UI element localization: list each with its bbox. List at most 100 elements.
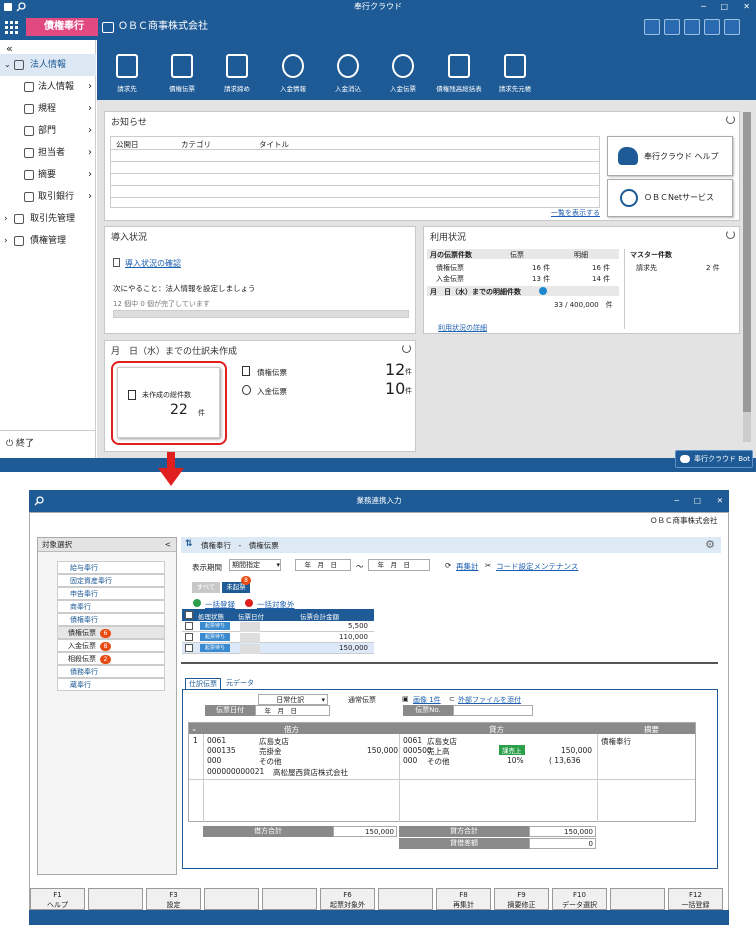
sidebar-item-rules[interactable]: 規程 ›: [0, 98, 96, 120]
unjournal-slip1-count[interactable]: 12: [385, 360, 405, 379]
tab-source-data[interactable]: 元データ: [222, 678, 258, 689]
exit-button[interactable]: ⏻ 終了: [6, 436, 34, 449]
maximize-icon[interactable]: □: [694, 490, 701, 512]
slip-date-input[interactable]: 年 月 日: [255, 705, 330, 716]
fkey-12-button[interactable]: F12 一括登録: [668, 888, 723, 910]
select-all-checkbox[interactable]: [185, 611, 193, 619]
sidebar-item-corporate-group[interactable]: ⌄ 法人情報: [0, 54, 96, 76]
close-icon[interactable]: ✕: [743, 0, 750, 14]
splitter[interactable]: [181, 662, 718, 664]
help-button[interactable]: 奉行クラウド ヘルプ: [607, 136, 733, 176]
list-row[interactable]: 起票待ち 150,000: [182, 643, 374, 654]
recalc-link[interactable]: 再集計: [456, 561, 479, 572]
recalc-icon[interactable]: ⟳: [445, 561, 451, 570]
date-from-input[interactable]: 年 月 日: [295, 559, 351, 571]
wrench-icon[interactable]: ✂: [485, 561, 491, 570]
ribbon-button-balance-summary[interactable]: 債権残高総括表: [431, 54, 487, 93]
sidebar-item-bank[interactable]: 取引銀行 ›: [0, 186, 96, 208]
ribbon-button-receivable-slip[interactable]: 債権伝票: [154, 54, 210, 93]
sidebar-item-corporate-info[interactable]: 法人情報 ›: [0, 76, 96, 98]
sidebar-item-partners[interactable]: › 取引先管理: [0, 208, 96, 230]
close-icon[interactable]: ✕: [717, 490, 723, 512]
sidebar-item-staff[interactable]: 担当者 ›: [0, 142, 96, 164]
help-icon[interactable]: [724, 19, 740, 35]
fkey-6-button[interactable]: F6 起票対象外: [320, 888, 375, 910]
refresh-icon[interactable]: [402, 344, 411, 353]
attach-link[interactable]: 外部ファイルを添付: [458, 695, 521, 705]
row-checkbox[interactable]: [185, 633, 193, 641]
share-icon[interactable]: [644, 19, 660, 35]
image-link[interactable]: 画像 1件: [413, 695, 441, 705]
unjournal-total-card[interactable]: 未作成の総件数 22 件: [117, 367, 220, 438]
row-checkbox[interactable]: [185, 644, 193, 652]
tree-item[interactable]: 債権伝票 6: [57, 626, 165, 639]
ribbon-button-billing-close[interactable]: 請求締め: [209, 54, 265, 93]
tree-item[interactable]: 給与奉行: [57, 561, 165, 574]
ribbon-button-payment-clear[interactable]: 入金消込: [320, 54, 376, 93]
show-all-link[interactable]: 一覧を表示する: [551, 208, 600, 218]
tree-item[interactable]: 商奉行: [57, 600, 165, 613]
debit-sub-code[interactable]: 000: [207, 756, 221, 765]
gear-icon[interactable]: ⚙: [705, 538, 715, 551]
sidebar-item-receivables[interactable]: › 債権管理: [0, 230, 96, 252]
fkey-9-button[interactable]: F9 摘要修正: [494, 888, 549, 910]
tab-journal[interactable]: 仕訳伝票: [185, 678, 221, 689]
fkey-3-button[interactable]: F3 設定: [146, 888, 201, 910]
unjournal-slip2-count[interactable]: 10: [385, 379, 405, 398]
date-to-input[interactable]: 年 月 日: [368, 559, 430, 571]
fkey-5-button[interactable]: [262, 888, 317, 910]
collapse-panel-icon[interactable]: <: [165, 538, 176, 552]
tree-item[interactable]: 申告奉行: [57, 587, 165, 600]
slip-no-input[interactable]: [453, 705, 533, 716]
refresh-icon[interactable]: [726, 230, 735, 239]
switch-company-icon[interactable]: [102, 22, 114, 33]
expand-icon[interactable]: ⌄: [191, 724, 197, 733]
maximize-icon[interactable]: □: [720, 0, 728, 14]
entry-memo[interactable]: 債権奉行: [601, 736, 631, 747]
fkey-7-button[interactable]: [378, 888, 433, 910]
period-select[interactable]: 期間指定 ▾: [229, 559, 281, 571]
minimize-icon[interactable]: ─: [674, 490, 679, 512]
gear-icon[interactable]: [664, 19, 680, 35]
support-icon[interactable]: [684, 19, 700, 35]
fkey-11-button[interactable]: [610, 888, 665, 910]
intro-confirm-link[interactable]: 導入状況の確認: [125, 258, 181, 269]
refresh-icon[interactable]: [726, 115, 735, 124]
obcnet-button[interactable]: ＯＢＣNetサービス: [607, 179, 733, 217]
debit-dept-code[interactable]: 0061: [207, 736, 226, 745]
tree-item[interactable]: 債務奉行: [57, 665, 165, 678]
fkey-4-button[interactable]: [204, 888, 259, 910]
tree-item[interactable]: 入金伝票 8: [57, 639, 165, 652]
bot-button[interactable]: 奉行クラウド Bot: [675, 450, 753, 468]
tree-item[interactable]: 相殺伝票 2: [57, 652, 165, 665]
credit-sub-code[interactable]: 000: [403, 756, 417, 765]
fkey-1-button[interactable]: F1 ヘルプ: [30, 888, 85, 910]
fkey-10-button[interactable]: F10 データ選択: [552, 888, 607, 910]
list-row[interactable]: 起票待ち 110,000: [182, 632, 374, 643]
code-maintenance-link[interactable]: コード設定メンテナンス: [496, 561, 578, 572]
journal-type-select[interactable]: 日常仕訳 ▾: [258, 694, 328, 705]
debit-account-code[interactable]: 000135: [207, 746, 236, 755]
tree-item[interactable]: 債権奉行: [57, 613, 165, 626]
ribbon-button-customer[interactable]: 請求先: [99, 54, 155, 93]
debit-amount[interactable]: 150,000: [367, 746, 398, 755]
tree-item[interactable]: 固定資産奉行: [57, 574, 165, 587]
app-grid-icon[interactable]: [5, 21, 18, 34]
scrollbar[interactable]: [743, 112, 751, 442]
fkey-2-button[interactable]: [88, 888, 143, 910]
usage-detail-link[interactable]: 利用状況の詳細: [438, 323, 487, 333]
ribbon-button-payment-slip[interactable]: 入金伝票: [375, 54, 431, 93]
user-icon[interactable]: [704, 19, 720, 35]
filter-all-tab[interactable]: すべて: [192, 582, 220, 593]
search-icon[interactable]: [16, 2, 26, 12]
info-icon[interactable]: [539, 287, 547, 295]
ribbon-button-payment-info[interactable]: 入金情報: [265, 54, 321, 93]
minimize-icon[interactable]: ─: [701, 0, 706, 14]
tree-item[interactable]: 蔵奉行: [57, 678, 165, 691]
ribbon-button-customer-ledger[interactable]: 請求先元帳: [487, 54, 543, 93]
debit-partner-code[interactable]: 000000000021: [207, 767, 264, 776]
sidebar-item-department[interactable]: 部門 ›: [0, 120, 96, 142]
row-checkbox[interactable]: [185, 622, 193, 630]
list-row[interactable]: 起票待ち 5,500: [182, 621, 374, 632]
credit-amount[interactable]: 150,000: [561, 746, 592, 755]
